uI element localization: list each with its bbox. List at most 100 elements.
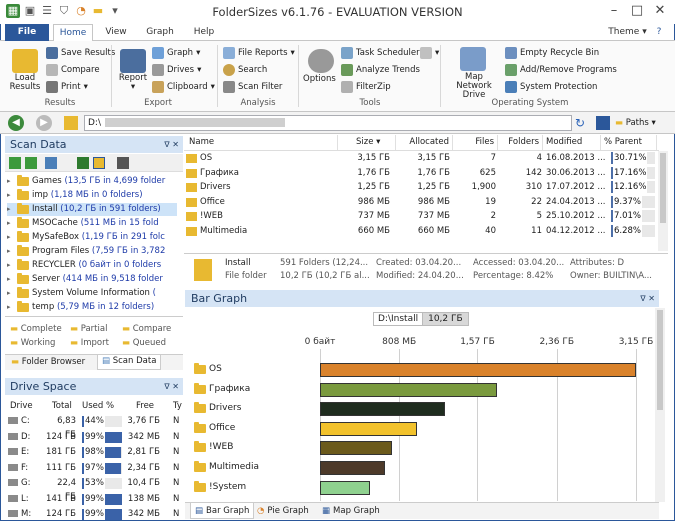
close-button[interactable]: ✕: [650, 3, 670, 18]
search-button[interactable]: Search: [223, 64, 267, 76]
graph-breadcrumb[interactable]: D:\Install 10,2 ГБ: [373, 312, 469, 326]
bar[interactable]: [320, 480, 371, 495]
table-row[interactable]: OS 3,15 ГБ 3,15 ГБ 7 4 16.08.2013 ... 30.71%: [184, 151, 658, 166]
graph-export-button[interactable]: Graph ▾: [152, 47, 200, 59]
tree-item[interactable]: ▸ MSOCache (511 МБ in 15 fold: [7, 217, 177, 230]
col-name[interactable]: Name: [186, 135, 338, 150]
table-row[interactable]: !WEB 737 МБ 737 МБ 2 5 25.10.2012 ... 7.01%: [184, 209, 658, 224]
col-percent-parent[interactable]: % Parent: [601, 135, 657, 150]
options-button[interactable]: Options: [303, 74, 336, 84]
bar-category-label[interactable]: Графика: [192, 382, 250, 397]
col-files[interactable]: Files: [453, 135, 498, 150]
table-row[interactable]: Графика 1,76 ГБ 1,76 ГБ 625 142 30.06.2013 ..…: [184, 166, 658, 181]
tree-item[interactable]: ▸ Server (414 МБ in 9,518 folder: [7, 273, 177, 286]
detail-percentage: Percentage: 8.42%: [473, 271, 554, 281]
graph-scrollbar[interactable]: [655, 308, 665, 502]
bar[interactable]: [320, 421, 417, 436]
tab-graph[interactable]: Graph: [139, 24, 181, 41]
tree-item-selected[interactable]: ▸ Install (10,2 ГБ in 591 folders): [7, 203, 177, 216]
compare-button[interactable]: Compare: [46, 64, 100, 76]
table-scrollbar[interactable]: [658, 151, 668, 251]
map-network-drive-button[interactable]: Map Network Drive: [446, 73, 502, 100]
drives-export-button[interactable]: Drives ▾: [152, 64, 201, 76]
file-reports-button[interactable]: File Reports ▾: [223, 47, 295, 59]
tree-item[interactable]: ▸ temp (5,79 МБ in 12 folders): [7, 301, 177, 314]
help-icon[interactable]: ?: [652, 24, 666, 41]
detail-accessed: Accessed: 03.04.20...: [473, 258, 565, 268]
drive-row[interactable]: E: 181 ГБ 98% 2,81 ГБ N: [8, 445, 180, 459]
detail-type: File folder: [225, 271, 267, 281]
drive-row[interactable]: C: 6,83 ГБ 44% 3,76 ГБ N: [8, 414, 180, 440]
up-folder-icon[interactable]: [64, 116, 78, 130]
bar-category-label[interactable]: Multimedia: [192, 460, 259, 475]
sort-icon[interactable]: [77, 157, 89, 169]
col-allocated[interactable]: Allocated: [396, 135, 453, 150]
clipboard-button[interactable]: Clipboard ▾: [152, 81, 215, 93]
tab-help[interactable]: Help: [185, 24, 223, 41]
tab-folder-browser[interactable]: ▬ Folder Browser: [11, 357, 85, 367]
tree-view-icon[interactable]: [45, 157, 57, 169]
bar-category-label[interactable]: OS: [192, 362, 222, 377]
tree-item[interactable]: ▸ RECYCLER (0 байт in 0 folders: [7, 259, 177, 272]
bar[interactable]: [320, 461, 385, 475]
save-results-button[interactable]: Save Results: [46, 47, 115, 59]
col-folders[interactable]: Folders: [498, 135, 543, 150]
tree-item[interactable]: ▸ Program Files (7,59 ГБ in 3,782: [7, 245, 177, 258]
paths-button[interactable]: ▬ Paths ▾: [615, 115, 656, 131]
tree-item[interactable]: ▸ Games (13,5 ГБ in 4,699 folder: [7, 175, 177, 188]
tree-item[interactable]: ▸ System Volume Information (: [7, 287, 177, 300]
bar[interactable]: [320, 441, 393, 456]
add-icon[interactable]: [9, 157, 21, 169]
drive-row[interactable]: L: 141 ГБ 99% 138 МБ N: [8, 492, 180, 506]
tab-bar-graph[interactable]: ▤ Bar Graph: [190, 503, 255, 519]
tab-view[interactable]: View: [97, 24, 135, 41]
drive-row[interactable]: G: 22,4 ГБ 53% 10,4 ГБ N: [8, 476, 180, 502]
theme-menu[interactable]: Theme ▾: [605, 24, 650, 41]
bar-category-label[interactable]: Drivers: [192, 401, 241, 416]
report-button[interactable]: Report ▾: [117, 74, 149, 92]
tab-file[interactable]: File: [5, 24, 49, 41]
bar[interactable]: [320, 382, 497, 397]
tree-item[interactable]: ▸ MySafeBox (1,19 ГБ in 291 folc: [7, 231, 177, 244]
bar-category-label[interactable]: !System: [192, 480, 246, 495]
empty-recycle-bin-button[interactable]: Empty Recycle Bin: [505, 47, 599, 59]
tab-scan-data[interactable]: ▤ Scan Data: [97, 355, 162, 370]
minimize-button[interactable]: –: [604, 3, 624, 18]
add-remove-programs-button[interactable]: Add/Remove Programs: [505, 64, 617, 76]
analyze-trends-button[interactable]: Analyze Trends: [341, 64, 420, 76]
system-protection-button[interactable]: System Protection: [505, 81, 597, 93]
tab-home[interactable]: Home: [53, 24, 93, 42]
shield-icon: [505, 81, 517, 93]
load-results-button[interactable]: Load Results: [8, 74, 42, 92]
table-row[interactable]: Multimedia 660 МБ 660 МБ 40 11 04.12.2012 ...…: [184, 224, 658, 239]
forward-button[interactable]: ▶: [36, 115, 52, 131]
maximize-button[interactable]: □: [627, 3, 647, 18]
filezip-button[interactable]: FilterZip: [341, 81, 391, 93]
task-scheduler-button[interactable]: Task Scheduler: [341, 47, 420, 59]
rescan-icon[interactable]: [25, 157, 37, 169]
folder-view-icon[interactable]: [93, 157, 105, 169]
tree-item[interactable]: ▸ imp (1,18 МБ in 0 folders): [7, 189, 177, 202]
back-button[interactable]: ◀: [8, 115, 24, 131]
table-row[interactable]: Office 986 МБ 986 МБ 19 22 24.04.2013 ... 9.37…: [184, 195, 658, 210]
tool-box-button[interactable]: ▾: [420, 47, 439, 59]
col-modified[interactable]: Modified: [543, 135, 601, 150]
refresh-icon[interactable]: ↻: [575, 116, 589, 130]
tab-pie-graph[interactable]: ◔ Pie Graph: [257, 503, 309, 519]
bar-category-label[interactable]: !WEB: [192, 440, 233, 455]
drive-row[interactable]: F: 111 ГБ 97% 2,34 ГБ N: [8, 461, 180, 475]
col-size[interactable]: Size ▾: [338, 135, 396, 150]
scan-filter-button[interactable]: Scan Filter: [223, 81, 282, 93]
drive-row[interactable]: D: 124 ГБ 99% 342 МБ N: [8, 430, 180, 444]
trends-icon: [341, 64, 353, 76]
print-button[interactable]: Print ▾: [46, 81, 88, 93]
path-input[interactable]: D:\: [84, 115, 572, 131]
scan-icon[interactable]: [596, 116, 610, 130]
settings-icon[interactable]: [117, 157, 129, 169]
bar[interactable]: [320, 402, 446, 417]
bar[interactable]: [320, 363, 636, 377]
bar-category-label[interactable]: Office: [192, 421, 235, 436]
drive-row[interactable]: M: 124 ГБ 99% 342 МБ N: [8, 507, 180, 521]
table-row[interactable]: Drivers 1,25 ГБ 1,25 ГБ 1,900 310 17.07.2012 …: [184, 180, 658, 195]
tab-map-graph[interactable]: ▦ Map Graph: [322, 503, 380, 519]
